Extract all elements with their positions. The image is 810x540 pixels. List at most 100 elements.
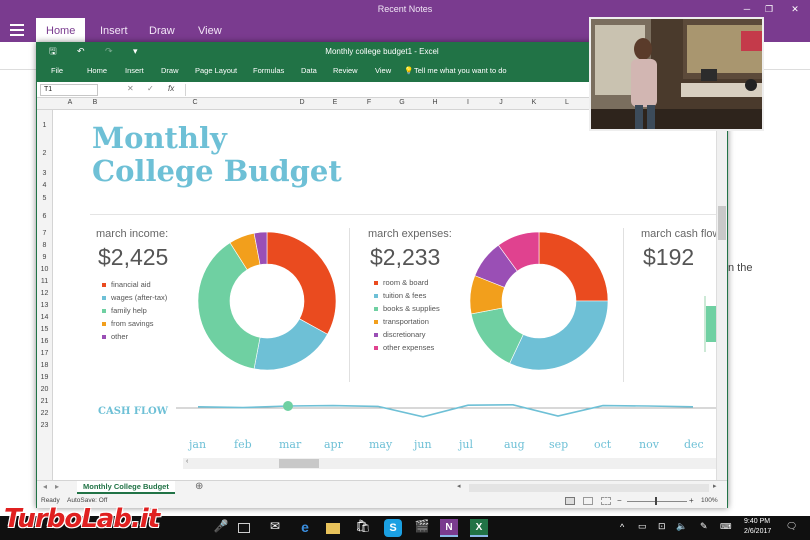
network-icon[interactable]: ⊡ bbox=[658, 521, 666, 532]
cashflow-highlight-point[interactable] bbox=[283, 401, 293, 411]
close-icon[interactable]: ✕ bbox=[790, 4, 800, 14]
col-g[interactable]: G bbox=[392, 99, 412, 106]
tab-view[interactable]: View bbox=[188, 18, 232, 42]
tab-scroll-left-icon[interactable]: ◂ bbox=[457, 482, 461, 490]
vertical-scroll-thumb[interactable] bbox=[718, 206, 726, 240]
worksheet[interactable]: Monthly College Budget march income: $2,… bbox=[54, 110, 716, 480]
function-icon[interactable]: fx bbox=[168, 84, 174, 93]
volume-icon[interactable]: 🔈 bbox=[676, 521, 687, 532]
show-hidden-icons-icon[interactable]: ^ bbox=[620, 522, 624, 532]
col-k[interactable]: K bbox=[524, 99, 544, 106]
row-header[interactable]: 12 bbox=[37, 290, 52, 297]
video-overlay[interactable] bbox=[589, 17, 764, 131]
row-header[interactable]: 22 bbox=[37, 410, 52, 417]
menu-data[interactable]: Data bbox=[301, 66, 317, 75]
excel-taskbar-icon[interactable]: X bbox=[470, 519, 488, 537]
onenote-taskbar-icon[interactable]: N bbox=[440, 519, 458, 537]
cashflow-series-line[interactable] bbox=[197, 403, 694, 418]
expenses-donut-chart[interactable] bbox=[468, 230, 610, 372]
clock-date[interactable]: 2/6/2017 bbox=[744, 528, 771, 535]
menu-home[interactable]: Home bbox=[87, 66, 107, 75]
menu-file[interactable]: File bbox=[51, 66, 63, 75]
row-header[interactable]: 19 bbox=[37, 374, 52, 381]
zoom-in-icon[interactable]: + bbox=[689, 494, 694, 508]
mail-icon[interactable]: ✉ bbox=[266, 519, 284, 537]
vertical-scrollbar[interactable] bbox=[716, 110, 727, 480]
donut-slice[interactable] bbox=[509, 300, 609, 371]
zoom-out-icon[interactable]: − bbox=[617, 494, 622, 508]
minimize-icon[interactable]: ─ bbox=[742, 4, 752, 14]
keyboard-icon[interactable]: ⌨ bbox=[720, 522, 732, 531]
maximize-icon[interactable]: ❐ bbox=[764, 4, 774, 14]
name-box[interactable]: T1 bbox=[40, 84, 98, 96]
add-sheet-icon[interactable]: ⊕ bbox=[195, 481, 203, 492]
col-h[interactable]: H bbox=[425, 99, 445, 106]
row-header[interactable]: 20 bbox=[37, 386, 52, 393]
cashflow-line-chart[interactable] bbox=[176, 394, 716, 426]
page-break-view-icon[interactable] bbox=[601, 497, 611, 505]
row-header[interactable]: 1 bbox=[37, 122, 52, 129]
col-a[interactable]: A bbox=[60, 99, 80, 106]
tell-me-search[interactable]: Tell me what you want to do bbox=[414, 66, 507, 75]
next-sheet-icon[interactable]: ▸ bbox=[55, 482, 59, 491]
row-header[interactable]: 4 bbox=[37, 182, 52, 189]
clock-time[interactable]: 9:40 PM bbox=[744, 518, 770, 525]
row-header[interactable]: 14 bbox=[37, 314, 52, 321]
skype-icon[interactable]: S bbox=[384, 519, 402, 537]
normal-view-icon[interactable] bbox=[565, 497, 575, 505]
tab-insert[interactable]: Insert bbox=[90, 18, 138, 42]
row-header[interactable]: 16 bbox=[37, 338, 52, 345]
tab-draw[interactable]: Draw bbox=[139, 18, 185, 42]
menu-insert[interactable]: Insert bbox=[125, 66, 144, 75]
col-e[interactable]: E bbox=[325, 99, 345, 106]
row-header[interactable]: 7 bbox=[37, 230, 52, 237]
store-icon[interactable]: 🛍 bbox=[354, 519, 372, 537]
zoom-slider-thumb[interactable] bbox=[655, 497, 657, 505]
page-layout-view-icon[interactable] bbox=[583, 497, 593, 505]
prev-sheet-icon[interactable]: ◂ bbox=[43, 482, 47, 491]
microphone-icon[interactable]: 🎤 bbox=[212, 519, 230, 537]
tab-scroll-right-icon[interactable]: ▸ bbox=[713, 482, 717, 490]
menu-view[interactable]: View bbox=[375, 66, 391, 75]
donut-slice[interactable] bbox=[538, 231, 609, 302]
col-l[interactable]: L bbox=[557, 99, 577, 106]
row-header[interactable]: 6 bbox=[37, 213, 52, 220]
row-header[interactable]: 11 bbox=[37, 278, 52, 285]
row-header[interactable]: 3 bbox=[37, 170, 52, 177]
col-d[interactable]: D bbox=[292, 99, 312, 106]
file-explorer-icon[interactable] bbox=[326, 523, 340, 534]
row-header[interactable]: 18 bbox=[37, 362, 52, 369]
donut-slice[interactable] bbox=[266, 231, 337, 335]
movies-icon[interactable]: 🎬 bbox=[413, 519, 431, 537]
tab-home[interactable]: Home bbox=[36, 18, 86, 42]
pen-icon[interactable]: ✎ bbox=[700, 521, 708, 532]
hamburger-menu-icon[interactable] bbox=[10, 24, 24, 36]
enter-icon[interactable]: ✓ bbox=[147, 84, 154, 93]
row-header[interactable]: 10 bbox=[37, 266, 52, 273]
row-header[interactable]: 17 bbox=[37, 350, 52, 357]
edge-icon[interactable]: e bbox=[296, 519, 314, 537]
task-view-icon[interactable] bbox=[238, 523, 250, 533]
menu-review[interactable]: Review bbox=[333, 66, 358, 75]
tab-scrollbar[interactable] bbox=[469, 484, 709, 492]
row-header[interactable]: 8 bbox=[37, 242, 52, 249]
menu-formulas[interactable]: Formulas bbox=[253, 66, 284, 75]
row-header[interactable]: 13 bbox=[37, 302, 52, 309]
col-f[interactable]: F bbox=[359, 99, 379, 106]
income-donut-chart[interactable] bbox=[196, 230, 338, 372]
row-header[interactable]: 21 bbox=[37, 398, 52, 405]
zoom-level[interactable]: 100% bbox=[701, 494, 718, 508]
col-b[interactable]: B bbox=[85, 99, 105, 106]
action-center-icon[interactable]: 🗨 bbox=[786, 521, 797, 532]
tablet-icon[interactable]: ▭ bbox=[638, 521, 647, 532]
sheet-tab-monthly-college-budget[interactable]: Monthly College Budget bbox=[77, 481, 175, 494]
horizontal-scroll-thumb[interactable] bbox=[279, 459, 319, 468]
menu-draw[interactable]: Draw bbox=[161, 66, 179, 75]
col-c[interactable]: C bbox=[185, 99, 205, 106]
row-header[interactable]: 23 bbox=[37, 422, 52, 429]
cancel-icon[interactable]: ✕ bbox=[127, 84, 134, 93]
horizontal-scrollbar[interactable]: ‹ bbox=[183, 458, 716, 469]
zoom-slider[interactable] bbox=[627, 501, 687, 502]
col-j[interactable]: J bbox=[491, 99, 511, 106]
menu-page-layout[interactable]: Page Layout bbox=[195, 66, 237, 75]
